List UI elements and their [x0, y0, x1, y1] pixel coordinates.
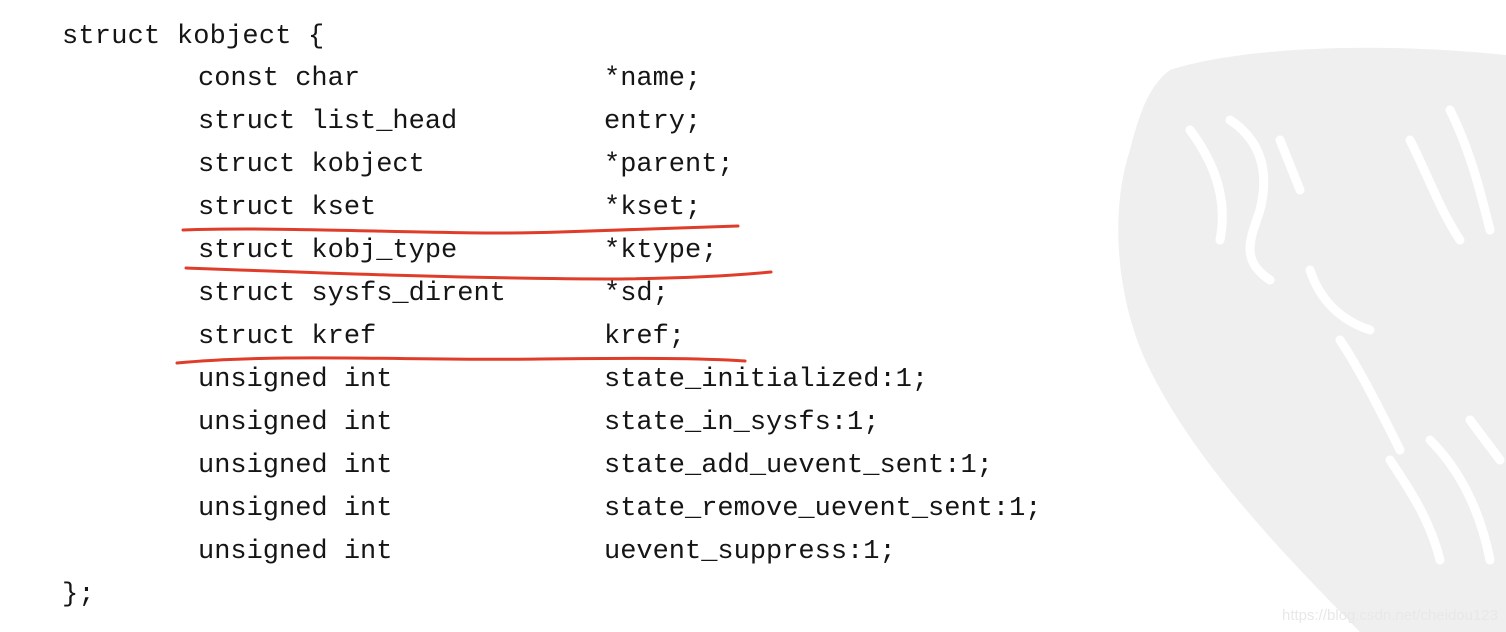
- field-type: struct list_head: [198, 107, 458, 137]
- field-type: const char: [198, 64, 361, 94]
- field-type: unsigned int: [198, 494, 393, 524]
- field-name: entry;: [604, 107, 702, 137]
- field-name: *name;: [604, 64, 702, 94]
- field-type: struct kobject: [198, 150, 425, 180]
- field-type: unsigned int: [198, 451, 393, 481]
- field-name: state_initialized:1;: [604, 365, 929, 395]
- field-name: state_in_sysfs:1;: [604, 408, 880, 438]
- field-name: uevent_suppress:1;: [604, 537, 896, 567]
- field-type: unsigned int: [198, 365, 393, 395]
- struct-close-line: };: [62, 580, 95, 610]
- field-type: struct kref: [198, 322, 377, 352]
- field-name: *parent;: [604, 150, 734, 180]
- field-type: unsigned int: [198, 408, 393, 438]
- field-name: kref;: [604, 322, 686, 352]
- struct-open-line: struct kobject {: [62, 22, 325, 52]
- red-underline: [181, 224, 740, 235]
- field-name: state_remove_uevent_sent:1;: [604, 494, 1042, 524]
- field-type: unsigned int: [198, 537, 393, 567]
- source-credit: https://blog.csdn.net/cheidou123: [1282, 607, 1498, 624]
- seal-shape: [1118, 47, 1506, 632]
- field-name: *sd;: [604, 279, 669, 309]
- watermark-seal-icon: [1118, 47, 1506, 632]
- field-name: *kset;: [604, 193, 702, 223]
- field-type: struct kset: [198, 193, 377, 223]
- field-type: struct kobj_type: [198, 236, 458, 266]
- document-page: struct kobject { const char *name; struc…: [0, 0, 1506, 632]
- field-type: struct sysfs_dirent: [198, 279, 506, 309]
- field-name: state_add_uevent_sent:1;: [604, 451, 993, 481]
- field-name: *ktype;: [604, 236, 718, 266]
